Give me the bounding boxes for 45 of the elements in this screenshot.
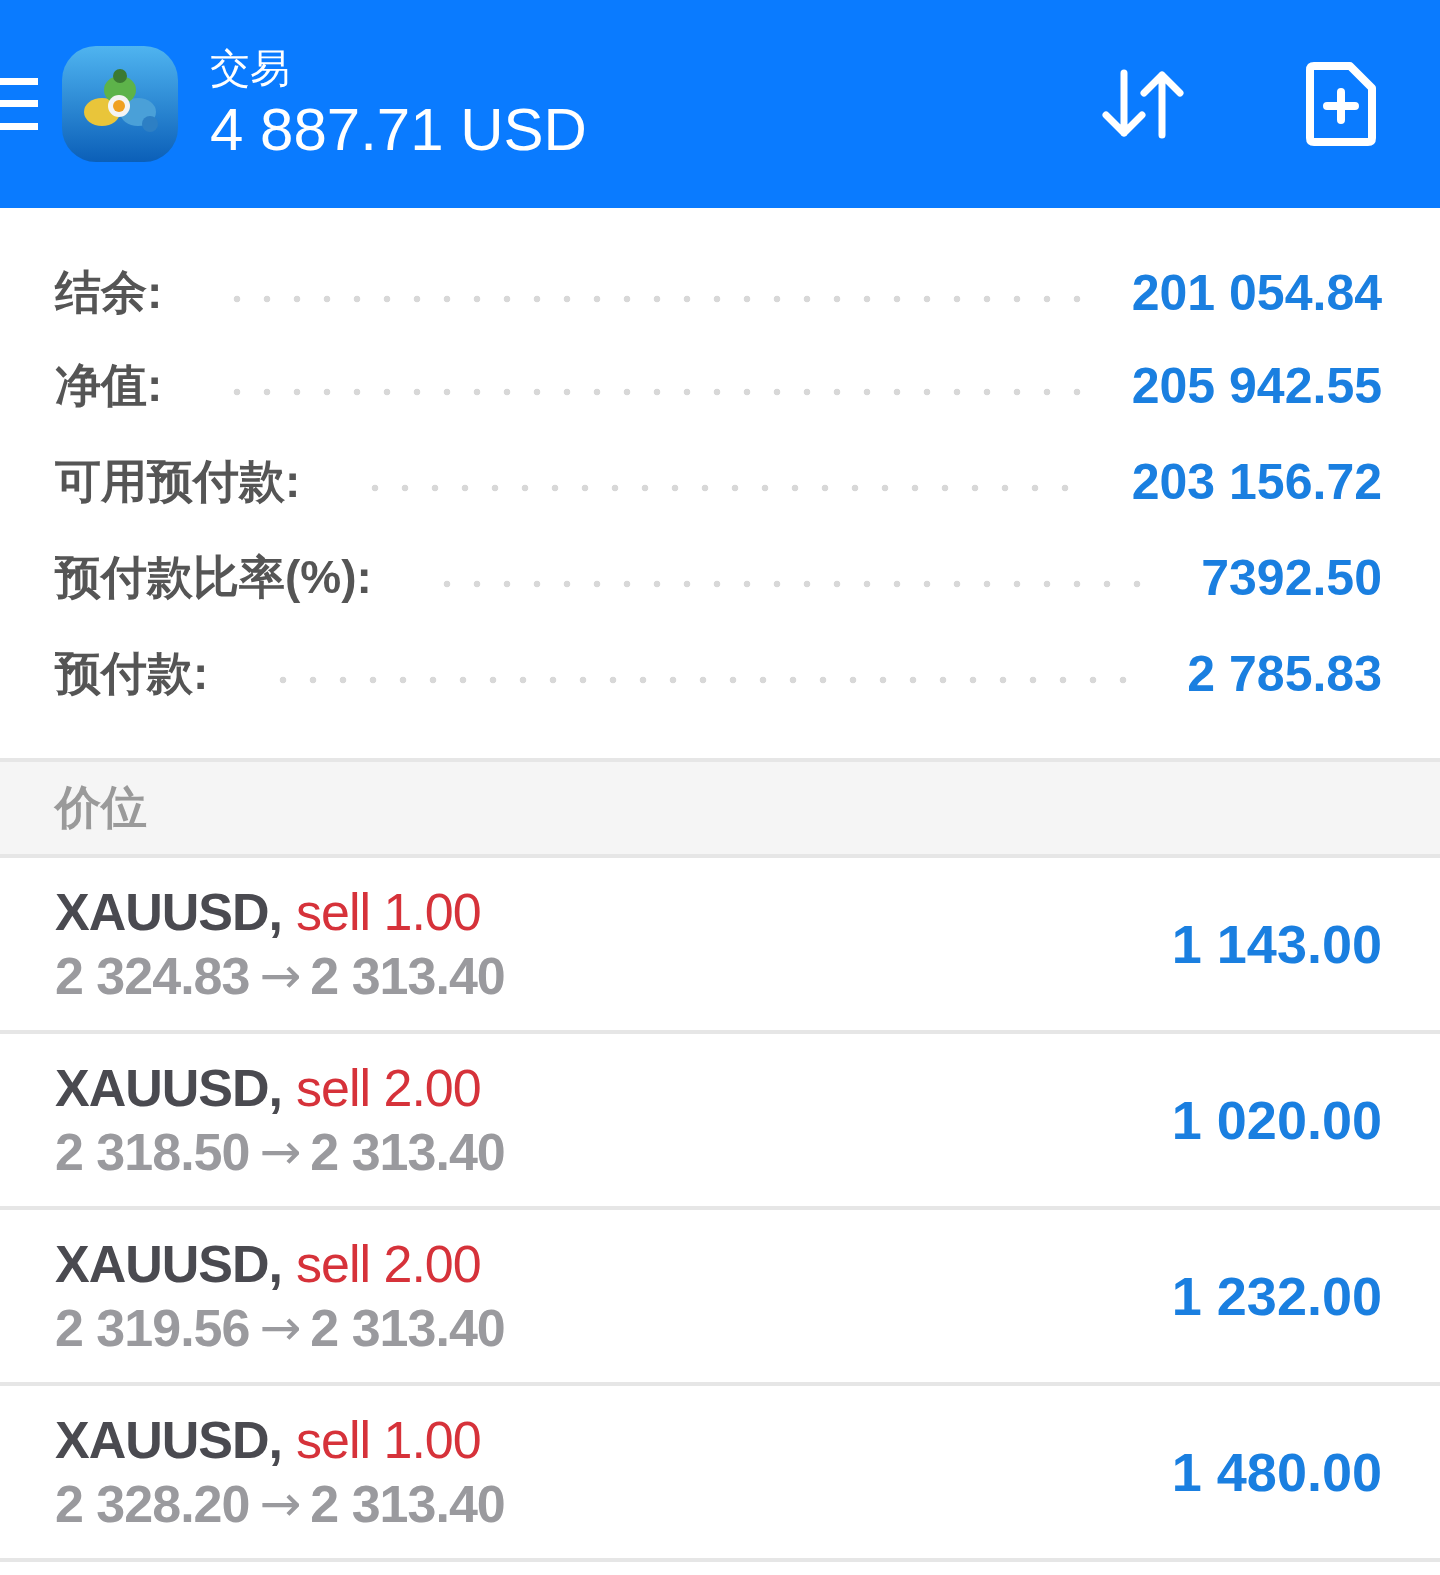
position-row[interactable]: XAUUSD, sell 2.00 2 318.50 → 2 313.40 1 020.00 bbox=[0, 1034, 1440, 1210]
open-price: 2 319.56 bbox=[55, 1298, 250, 1359]
open-price: 2 318.50 bbox=[55, 1122, 250, 1183]
order-type-text: sell 1.00 bbox=[296, 882, 481, 943]
profit-value: 1 232.00 bbox=[1171, 1265, 1382, 1327]
symbol-text: XAUUSD, bbox=[55, 1410, 283, 1471]
profit-value: 1 020.00 bbox=[1171, 1089, 1382, 1151]
field-label: 结余: bbox=[55, 265, 163, 320]
current-price: 2 313.40 bbox=[310, 1298, 505, 1359]
field-value: 2 785.83 bbox=[1187, 645, 1382, 703]
open-price: 2 328.20 bbox=[55, 1474, 250, 1535]
field-label: 净值: bbox=[55, 358, 163, 413]
order-type-text: sell 1.00 bbox=[296, 1410, 481, 1471]
open-price: 2 324.83 bbox=[55, 946, 250, 1007]
field-value: 201 054.84 bbox=[1131, 264, 1382, 322]
arrow-text: → bbox=[259, 1474, 301, 1535]
app-logo-icon bbox=[62, 46, 178, 162]
new-document-icon[interactable] bbox=[1306, 62, 1376, 146]
symbol-text: XAUUSD, bbox=[55, 1058, 283, 1119]
field-value: 203 156.72 bbox=[1131, 453, 1382, 511]
current-price: 2 313.40 bbox=[310, 1122, 505, 1183]
arrow-text: → bbox=[259, 946, 301, 1007]
position-row[interactable]: XAUUSD, sell 1.00 2 328.20 → 2 313.40 1 480.00 bbox=[0, 1386, 1440, 1562]
position-row[interactable]: XAUUSD, sell 2.00 2 319.56 → 2 313.40 1 232.00 bbox=[0, 1210, 1440, 1386]
current-price: 2 313.40 bbox=[310, 946, 505, 1007]
section-title: 价位 bbox=[55, 780, 147, 835]
menu-icon[interactable] bbox=[0, 78, 38, 130]
current-price: 2 313.40 bbox=[310, 1474, 505, 1535]
profit-value: 1 480.00 bbox=[1171, 1441, 1382, 1503]
order-type-text: sell 2.00 bbox=[296, 1058, 481, 1119]
profit-value: 1 143.00 bbox=[1171, 913, 1382, 975]
arrow-text: → bbox=[259, 1298, 301, 1359]
field-value: 205 942.55 bbox=[1131, 357, 1382, 415]
symbol-text: XAUUSD, bbox=[55, 1234, 283, 1295]
field-label: 预付款: bbox=[55, 646, 209, 701]
symbol-text: XAUUSD, bbox=[55, 882, 283, 943]
field-value: 7392.50 bbox=[1201, 549, 1382, 607]
field-label: 可用预付款: bbox=[55, 454, 301, 509]
screen-title: 交易 bbox=[210, 45, 291, 92]
balance-text: 4 887.71 USD bbox=[210, 95, 588, 165]
arrow-text: → bbox=[259, 1122, 301, 1183]
field-label: 预付款比率(%): bbox=[55, 550, 372, 605]
order-type-text: sell 2.00 bbox=[296, 1234, 481, 1295]
position-row[interactable]: XAUUSD, sell 1.00 2 324.83 → 2 313.40 1 143.00 bbox=[0, 858, 1440, 1034]
sort-icon[interactable] bbox=[1102, 69, 1186, 139]
